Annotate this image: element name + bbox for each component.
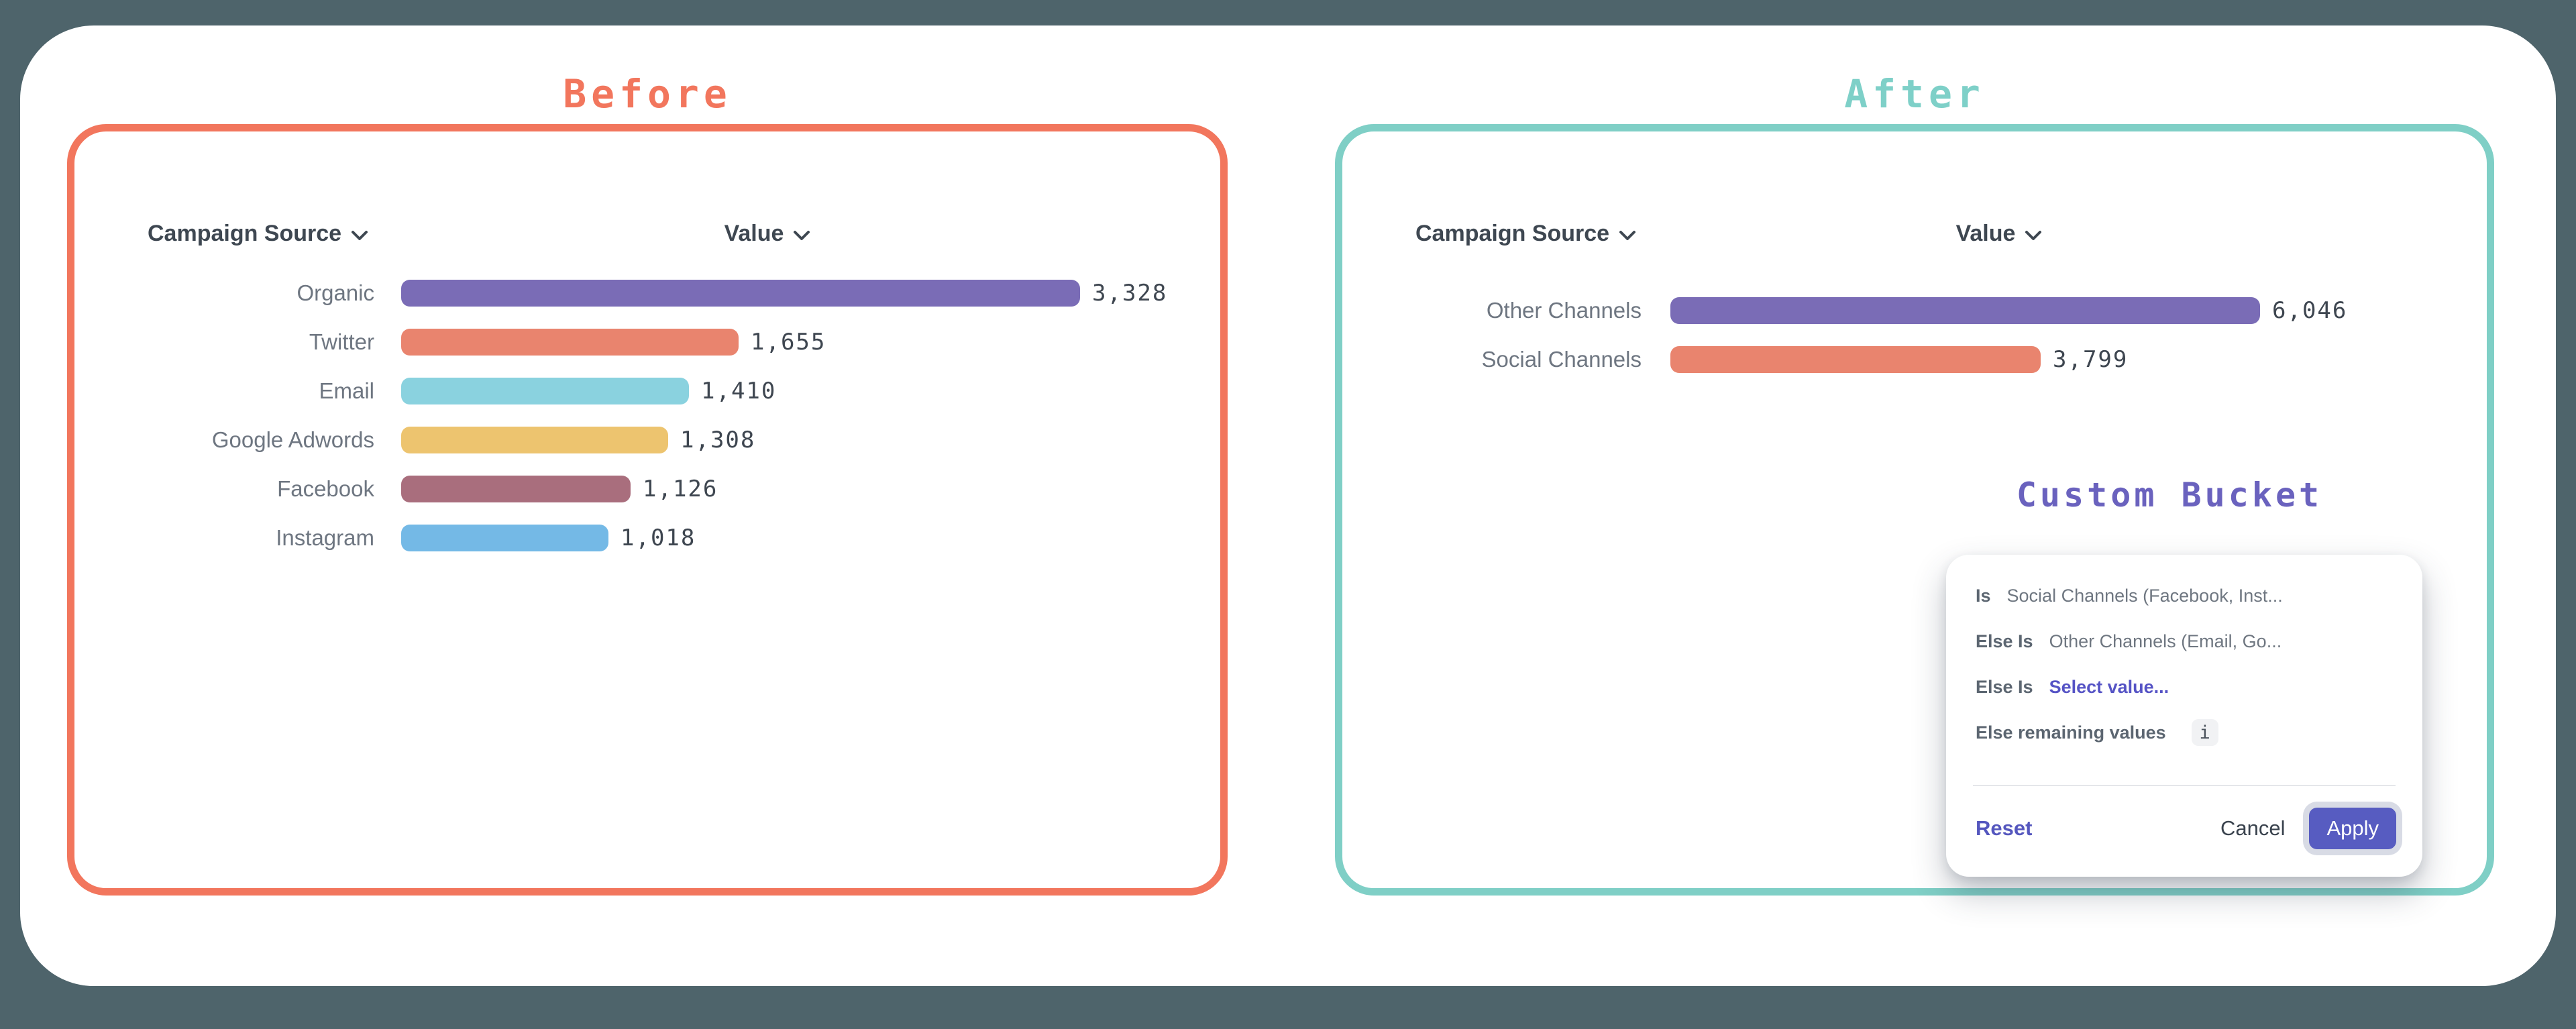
after-bar-chart: Other Channels 6,046 Social Channels 3,7…: [1342, 297, 2487, 373]
bar-social-channels: [1670, 346, 2041, 373]
category-label: Instagram: [74, 525, 374, 551]
chevron-down-icon: [2025, 230, 2042, 241]
bucket-rule-row: Else Is Other Channels (Email, Go...: [1976, 627, 2402, 656]
bar-value: 1,018: [621, 525, 696, 551]
table-row: Organic 3,328: [74, 280, 1220, 307]
before-title: Before: [67, 71, 1228, 117]
bar-email: [401, 378, 689, 404]
rule-value-other-channels[interactable]: Other Channels (Email, Go...: [2049, 631, 2282, 652]
before-bar-chart: Organic 3,328 Twitter 1,655 Email 1,410 …: [74, 280, 1220, 551]
bar-twitter: [401, 329, 739, 356]
bucket-rule-row: Else Is Select value...: [1976, 672, 2402, 702]
table-row: Twitter 1,655: [74, 329, 1220, 356]
main-card: Before Campaign Source Value Organic 3,3…: [20, 25, 2556, 986]
rule-operator-label: Else Is: [1976, 677, 2033, 698]
table-row: Social Channels 3,799: [1342, 346, 2487, 373]
before-panel: Campaign Source Value Organic 3,328 Twit…: [67, 124, 1228, 896]
category-label: Organic: [74, 280, 374, 306]
bar-value: 1,655: [751, 329, 826, 356]
bar-value: 3,799: [2053, 346, 2128, 373]
bar-instagram: [401, 525, 608, 551]
remaining-values-label: Else remaining values: [1976, 722, 2166, 743]
bucket-rule-row: Is Social Channels (Facebook, Inst...: [1976, 581, 2402, 610]
before-source-header[interactable]: Campaign Source: [148, 218, 368, 249]
divider: [1973, 785, 2396, 786]
bar-other-channels: [1670, 297, 2260, 324]
category-label: Social Channels: [1342, 347, 1642, 372]
table-row: Google Adwords 1,308: [74, 427, 1220, 453]
category-label: Facebook: [74, 476, 374, 502]
chevron-down-icon: [351, 230, 368, 241]
before-value-header-label: Value: [724, 221, 784, 247]
before-value-header[interactable]: Value: [667, 218, 868, 249]
chevron-down-icon: [1619, 230, 1636, 241]
table-row: Other Channels 6,046: [1342, 297, 2487, 324]
after-value-header-label: Value: [1956, 221, 2016, 247]
table-row: Email 1,410: [74, 378, 1220, 404]
after-value-header[interactable]: Value: [1898, 218, 2100, 249]
bar-facebook: [401, 476, 631, 502]
bar-value: 1,308: [680, 427, 755, 453]
rule-value-social-channels[interactable]: Social Channels (Facebook, Inst...: [2007, 586, 2283, 606]
after-title: After: [1335, 71, 2494, 117]
after-source-header[interactable]: Campaign Source: [1415, 218, 1636, 249]
bar-organic: [401, 280, 1080, 307]
category-label: Email: [74, 378, 374, 404]
rule-operator-label: Is: [1976, 586, 1991, 606]
table-row: Facebook 1,126: [74, 476, 1220, 502]
custom-bucket-dialog: Is Social Channels (Facebook, Inst... El…: [1946, 555, 2422, 877]
bucket-rule-row: Else remaining values i: [1976, 718, 2402, 747]
chevron-down-icon: [793, 230, 810, 241]
bar-value: 3,328: [1092, 280, 1167, 307]
cancel-button[interactable]: Cancel: [2220, 816, 2286, 841]
after-source-header-label: Campaign Source: [1415, 221, 1609, 247]
bar-value: 6,046: [2272, 297, 2347, 324]
apply-button[interactable]: Apply: [2309, 808, 2396, 849]
select-value-link[interactable]: Select value...: [2049, 677, 2169, 698]
bar-value: 1,126: [643, 476, 718, 502]
table-row: Instagram 1,018: [74, 525, 1220, 551]
category-label: Google Adwords: [74, 427, 374, 453]
reset-button[interactable]: Reset: [1976, 816, 2032, 841]
bar-value: 1,410: [701, 378, 776, 404]
bar-google-adwords: [401, 427, 668, 453]
rule-operator-label: Else Is: [1976, 631, 2033, 652]
category-label: Other Channels: [1342, 298, 1642, 323]
before-source-header-label: Campaign Source: [148, 221, 341, 247]
custom-bucket-title: Custom Bucket: [1995, 475, 2344, 515]
info-icon[interactable]: i: [2192, 719, 2218, 746]
category-label: Twitter: [74, 329, 374, 355]
